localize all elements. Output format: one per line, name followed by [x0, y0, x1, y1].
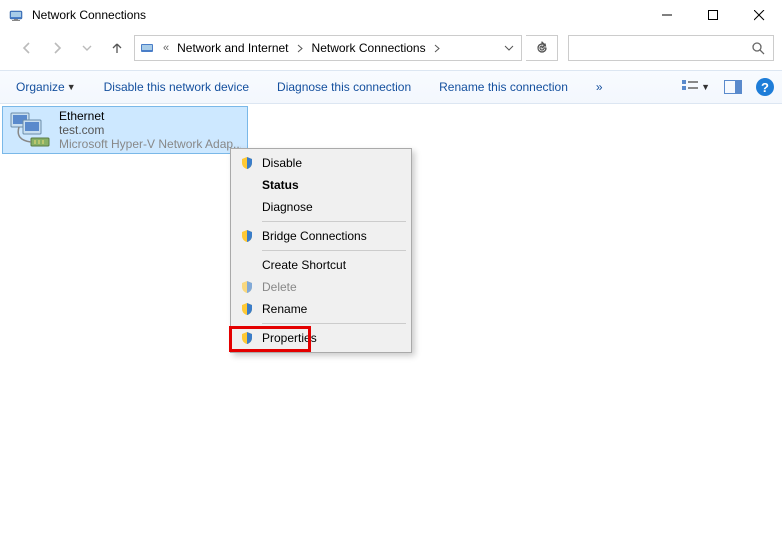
- forward-button[interactable]: [44, 35, 70, 61]
- dropdown-icon: ▼: [67, 82, 76, 92]
- dropdown-icon: ▼: [701, 82, 710, 92]
- command-bar: Organize ▼ Disable this network device D…: [0, 70, 782, 104]
- organize-menu[interactable]: Organize ▼: [16, 80, 76, 94]
- chevron-right-icon[interactable]: [293, 44, 308, 53]
- adapter-name: Ethernet: [59, 109, 241, 123]
- up-button[interactable]: [104, 35, 130, 61]
- toolbar-overflow[interactable]: »: [596, 80, 603, 94]
- menu-separator: [262, 323, 406, 324]
- menu-rename[interactable]: Rename: [234, 298, 408, 320]
- menu-separator: [262, 250, 406, 251]
- address-bar[interactable]: « Network and Internet Network Connectio…: [134, 35, 522, 61]
- search-icon: [751, 41, 765, 55]
- shield-icon: [239, 228, 255, 244]
- search-input[interactable]: [568, 35, 774, 61]
- view-options-button[interactable]: ▼: [681, 78, 710, 96]
- rename-connection-button[interactable]: Rename this connection: [439, 80, 568, 94]
- address-dropdown[interactable]: [497, 36, 521, 60]
- disable-device-button[interactable]: Disable this network device: [104, 80, 249, 94]
- menu-disable[interactable]: Disable: [234, 152, 408, 174]
- menu-properties[interactable]: Properties: [234, 327, 408, 349]
- chevron-right-icon[interactable]: [430, 44, 445, 53]
- menu-delete: Delete: [234, 276, 408, 298]
- refresh-button[interactable]: [526, 35, 558, 61]
- adapter-item-ethernet[interactable]: Ethernet test.com Microsoft Hyper-V Netw…: [2, 106, 248, 154]
- minimize-button[interactable]: [644, 0, 690, 30]
- close-button[interactable]: [736, 0, 782, 30]
- title-bar: Network Connections: [0, 0, 782, 30]
- view-icon: [681, 78, 699, 96]
- menu-bridge[interactable]: Bridge Connections: [234, 225, 408, 247]
- menu-create-shortcut[interactable]: Create Shortcut: [234, 254, 408, 276]
- preview-pane-button[interactable]: [724, 78, 742, 96]
- shield-icon: [239, 279, 255, 295]
- network-connections-icon: [8, 7, 24, 23]
- menu-separator: [262, 221, 406, 222]
- window-controls: [644, 0, 782, 30]
- shield-icon: [239, 155, 255, 171]
- shield-icon: [239, 330, 255, 346]
- menu-status[interactable]: Status: [234, 174, 408, 196]
- shield-icon: [239, 301, 255, 317]
- breadcrumb-parent[interactable]: Network and Internet: [173, 36, 292, 60]
- help-button[interactable]: ?: [756, 78, 774, 96]
- adapter-icon: [9, 110, 53, 150]
- context-menu: Disable Status Diagnose Bridge Connectio…: [230, 148, 412, 353]
- navigation-row: « Network and Internet Network Connectio…: [0, 30, 782, 66]
- recent-dropdown[interactable]: [74, 35, 100, 61]
- adapter-domain: test.com: [59, 123, 241, 137]
- breadcrumb-root-chevron[interactable]: «: [159, 42, 173, 54]
- breadcrumb-current[interactable]: Network Connections: [308, 36, 430, 60]
- window-title: Network Connections: [32, 8, 146, 22]
- maximize-button[interactable]: [690, 0, 736, 30]
- adapter-description: Microsoft Hyper-V Network Adap...: [59, 137, 241, 151]
- address-icon: [135, 36, 159, 60]
- back-button[interactable]: [14, 35, 40, 61]
- menu-diagnose[interactable]: Diagnose: [234, 196, 408, 218]
- diagnose-connection-button[interactable]: Diagnose this connection: [277, 80, 411, 94]
